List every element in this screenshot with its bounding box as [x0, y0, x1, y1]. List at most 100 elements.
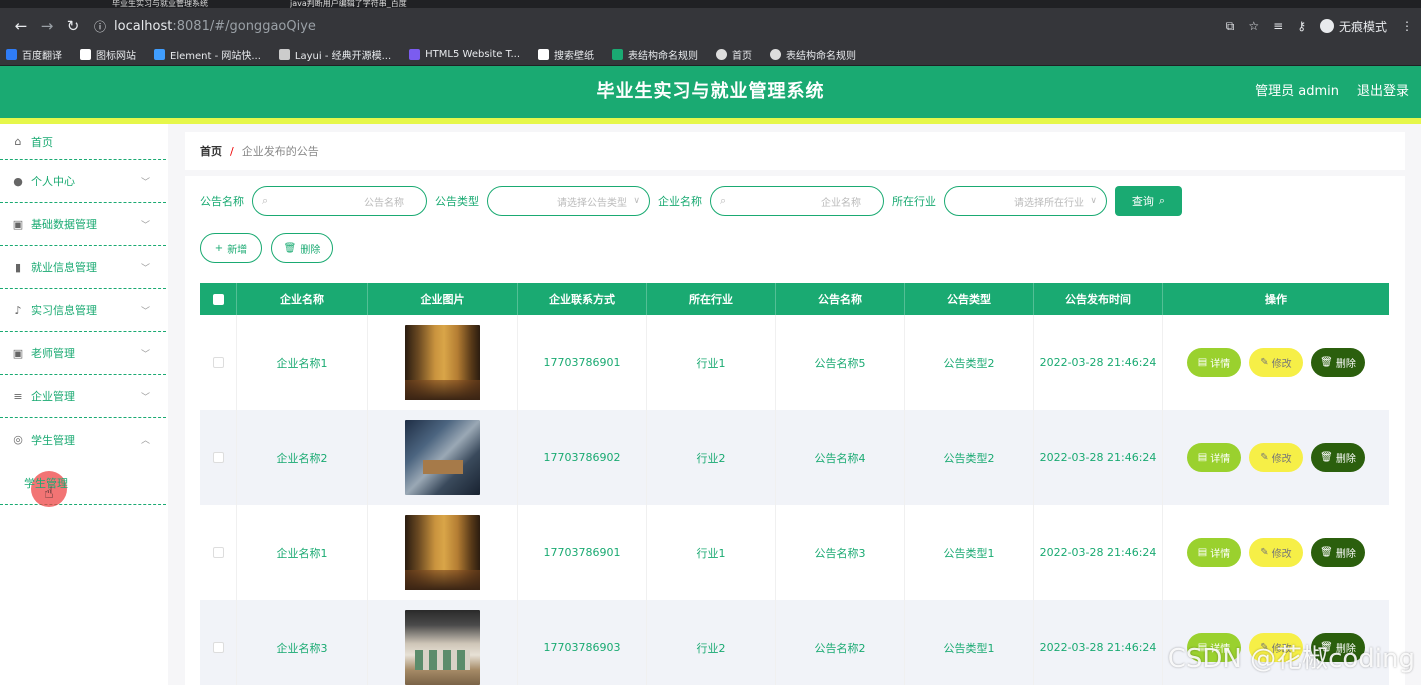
bookmark[interactable]: Element - 网站快...	[154, 47, 261, 62]
chevron-down-icon: ﹀	[140, 349, 150, 360]
delete-button[interactable]: 🗑 删除	[1311, 538, 1365, 567]
notice-type-cell: 公告类型2	[905, 410, 1034, 505]
sidebar-item-company[interactable]: ≡ 企业管理 ﹀	[0, 375, 166, 418]
browser-tab[interactable]: java判断用户编辑了字符串_百度	[290, 0, 450, 8]
detail-button[interactable]: ▤ 详情	[1187, 443, 1241, 472]
notice-type-cell: 公告类型1	[905, 600, 1034, 685]
bookmark[interactable]: 表结构命名规则	[770, 47, 856, 62]
company-image[interactable]	[405, 610, 480, 685]
detail-icon: ▤	[1197, 547, 1208, 558]
query-label: 查询	[1131, 195, 1154, 208]
batch-delete-button[interactable]: 🗑 删除	[271, 233, 333, 263]
notice-name-input[interactable]: ⌕ 公告名称	[252, 186, 427, 216]
search-icon: ⌕	[720, 194, 727, 207]
industry-cell: 行业2	[647, 600, 776, 685]
url-field[interactable]: ⓘ localhost:8081/#/gonggaoQiye	[94, 18, 1226, 35]
bookmark[interactable]: 表结构命名规则	[612, 47, 698, 62]
query-button[interactable]: 查询 ⌕	[1115, 186, 1182, 216]
company-name-cell: 企业名称1	[237, 315, 368, 410]
sidebar-item-internship[interactable]: ♪ 实习信息管理 ﹀	[0, 289, 166, 332]
detail-button[interactable]: ▤ 详情	[1187, 538, 1241, 567]
detail-label: 详情	[1210, 549, 1231, 560]
chevron-down-icon: ﹀	[140, 177, 150, 188]
bookmark[interactable]: 搜索壁纸	[538, 47, 594, 62]
edit-label: 修改	[1271, 359, 1292, 370]
bookmark[interactable]: 图标网站	[80, 47, 136, 62]
address-bar: ← → ↻ ⓘ localhost:8081/#/gonggaoQiye ⧉ ☆…	[0, 8, 1421, 44]
sidebar-item-profile[interactable]: ● 个人中心 ﹀	[0, 160, 166, 203]
company-name-label: 企业名称	[658, 195, 702, 208]
company-name-cell: 企业名称3	[237, 600, 368, 685]
delete-button[interactable]: 🗑 删除	[1311, 348, 1365, 377]
detail-button[interactable]: ▤ 详情	[1187, 348, 1241, 377]
bookmark[interactable]: 首页	[716, 47, 752, 62]
company-image-cell	[368, 315, 518, 410]
column-header: 公告名称	[776, 283, 905, 315]
edit-button[interactable]: ✎ 修改	[1249, 538, 1303, 567]
bookmark-label: 百度翻译	[22, 51, 62, 62]
edit-button[interactable]: ✎ 修改	[1249, 348, 1303, 377]
row-select-cell	[200, 505, 237, 600]
row-checkbox[interactable]	[212, 452, 224, 463]
notice-name-cell: 公告名称5	[776, 315, 905, 410]
notice-type-select[interactable]: 请选择公告类型 ∨	[487, 186, 650, 216]
back-icon[interactable]: ←	[8, 17, 34, 35]
star-icon[interactable]: ☆	[1248, 19, 1259, 33]
edit-button[interactable]: ✎ 修改	[1249, 443, 1303, 472]
bookmark[interactable]: Layui - 经典开源模...	[278, 47, 391, 62]
industry-select[interactable]: 请选择所在行业 ∨	[944, 186, 1107, 216]
sidebar: ⌂ 首页 ● 个人中心 ﹀ ▣ 基础数据管理 ﹀ ▮ 就业信息管理 ﹀ ♪ 实习信息管理 ﹀ ▣ 老…	[0, 124, 168, 685]
browser-tab-active[interactable]: 毕业生实习与就业管理系统	[112, 0, 252, 8]
bookmark-label: 首页	[732, 51, 753, 62]
detail-icon: ▤	[1197, 357, 1208, 368]
sidebar-item-home[interactable]: ⌂ 首页	[0, 124, 166, 160]
trash-icon: 🗑	[1320, 357, 1333, 368]
column-header: 公告发布时间	[1034, 283, 1163, 315]
add-button[interactable]: + 新增	[200, 233, 262, 263]
phone-cell: 17703786903	[518, 600, 647, 685]
delete-button[interactable]: 🗑 删除	[1311, 443, 1365, 472]
sidebar-item-employment[interactable]: ▮ 就业信息管理 ﹀	[0, 246, 166, 289]
edit-label: 修改	[1271, 549, 1292, 560]
company-image[interactable]	[405, 325, 480, 400]
sidebar-subitem-student[interactable]: 学生管理 ☝	[0, 461, 166, 507]
company-image[interactable]	[405, 515, 480, 590]
row-checkbox[interactable]	[212, 357, 224, 368]
breadcrumb-separator: /	[230, 144, 234, 158]
bookmark[interactable]: HTML5 Website T...	[409, 49, 520, 60]
sidebar-item-teacher[interactable]: ▣ 老师管理 ﹀	[0, 332, 166, 375]
sidebar-item-basic-data[interactable]: ▣ 基础数据管理 ﹀	[0, 203, 166, 246]
breadcrumb-current: 企业发布的公告	[241, 145, 319, 158]
notice-type-placeholder: 请选择公告类型	[557, 197, 627, 209]
logout-link[interactable]: 退出登录	[1357, 66, 1409, 118]
bookmark[interactable]: 百度翻译	[6, 47, 62, 62]
sidebar-item-student[interactable]: ◎ 学生管理 ︿	[0, 418, 166, 461]
translate-icon[interactable]: ⧉	[1226, 19, 1235, 34]
company-image[interactable]	[405, 420, 480, 495]
bookmark-label: 表结构命名规则	[786, 51, 857, 62]
column-header: 企业联系方式	[518, 283, 647, 315]
key-icon[interactable]: ⚷	[1297, 19, 1306, 33]
company-name-placeholder: 企业名称	[821, 197, 861, 209]
menu-icon[interactable]: ⋮	[1401, 19, 1413, 33]
row-select-cell	[200, 315, 237, 410]
incognito-badge[interactable]: 无痕模式	[1319, 18, 1387, 35]
reload-icon[interactable]: ↻	[60, 17, 86, 35]
pencil-icon: ✎	[1260, 452, 1269, 463]
bar-chart-icon: ▮	[14, 260, 22, 274]
search-icon: ⌕	[262, 194, 269, 207]
notice-name-cell: 公告名称4	[776, 410, 905, 505]
row-checkbox[interactable]	[212, 642, 224, 653]
search-icon: ⌕	[1158, 194, 1166, 207]
bookmark-label: 表结构命名规则	[628, 51, 699, 62]
company-name-input[interactable]: ⌕ 企业名称	[710, 186, 884, 216]
bookmark-label: Element - 网站快...	[170, 51, 261, 62]
select-all-checkbox[interactable]	[212, 293, 224, 305]
info-icon[interactable]: ⓘ	[94, 18, 106, 35]
row-checkbox[interactable]	[212, 547, 224, 558]
forward-icon[interactable]: →	[34, 17, 60, 35]
bookmark-icon	[6, 49, 17, 60]
reading-list-icon[interactable]: ≡	[1273, 19, 1283, 33]
industry-cell: 行业1	[647, 315, 776, 410]
breadcrumb-home[interactable]: 首页	[200, 143, 222, 159]
